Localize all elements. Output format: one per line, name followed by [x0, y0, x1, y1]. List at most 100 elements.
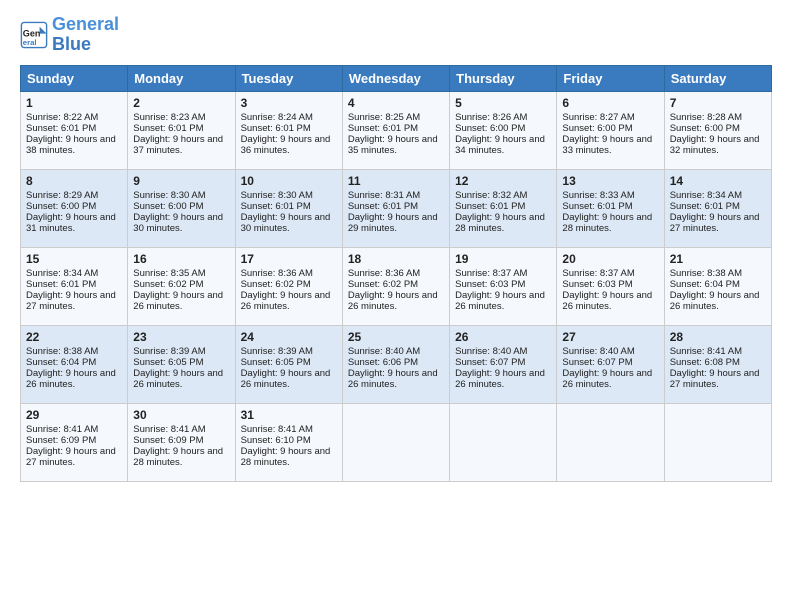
cell-info: Sunrise: 8:41 AM: [670, 346, 766, 357]
cell-info: Sunrise: 8:36 AM: [241, 268, 337, 279]
day-header-saturday: Saturday: [664, 65, 771, 91]
calendar-cell: 8Sunrise: 8:29 AMSunset: 6:00 PMDaylight…: [21, 169, 128, 247]
cell-info: Sunset: 6:02 PM: [133, 279, 229, 290]
day-number: 10: [241, 174, 337, 188]
day-header-tuesday: Tuesday: [235, 65, 342, 91]
logo-text: General Blue: [52, 15, 119, 55]
calendar-cell: 22Sunrise: 8:38 AMSunset: 6:04 PMDayligh…: [21, 325, 128, 403]
cell-info: Sunrise: 8:40 AM: [348, 346, 444, 357]
cell-info: Daylight: 9 hours and 26 minutes.: [455, 368, 551, 390]
day-number: 30: [133, 408, 229, 422]
calendar-cell: 31Sunrise: 8:41 AMSunset: 6:10 PMDayligh…: [235, 403, 342, 481]
day-header-thursday: Thursday: [450, 65, 557, 91]
cell-info: Sunrise: 8:38 AM: [26, 346, 122, 357]
cell-info: Daylight: 9 hours and 33 minutes.: [562, 134, 658, 156]
day-number: 1: [26, 96, 122, 110]
cell-info: Sunrise: 8:40 AM: [455, 346, 551, 357]
cell-info: Daylight: 9 hours and 26 minutes.: [670, 290, 766, 312]
cell-info: Daylight: 9 hours and 26 minutes.: [348, 368, 444, 390]
cell-info: Daylight: 9 hours and 26 minutes.: [26, 368, 122, 390]
calendar-cell: 7Sunrise: 8:28 AMSunset: 6:00 PMDaylight…: [664, 91, 771, 169]
cell-info: Daylight: 9 hours and 26 minutes.: [241, 290, 337, 312]
cell-info: Daylight: 9 hours and 27 minutes.: [26, 446, 122, 468]
day-number: 15: [26, 252, 122, 266]
cell-info: Daylight: 9 hours and 30 minutes.: [241, 212, 337, 234]
calendar-cell: 24Sunrise: 8:39 AMSunset: 6:05 PMDayligh…: [235, 325, 342, 403]
cell-info: Daylight: 9 hours and 26 minutes.: [348, 290, 444, 312]
cell-info: Sunrise: 8:36 AM: [348, 268, 444, 279]
svg-text:Gen: Gen: [23, 28, 41, 38]
cell-info: Sunset: 6:07 PM: [562, 357, 658, 368]
cell-info: Sunrise: 8:33 AM: [562, 190, 658, 201]
cell-info: Sunrise: 8:37 AM: [562, 268, 658, 279]
day-number: 18: [348, 252, 444, 266]
cell-info: Sunset: 6:08 PM: [670, 357, 766, 368]
calendar-cell: [450, 403, 557, 481]
cell-info: Sunset: 6:09 PM: [133, 435, 229, 446]
cell-info: Sunset: 6:05 PM: [133, 357, 229, 368]
calendar-cell: 27Sunrise: 8:40 AMSunset: 6:07 PMDayligh…: [557, 325, 664, 403]
cell-info: Sunset: 6:02 PM: [241, 279, 337, 290]
cell-info: Sunset: 6:01 PM: [133, 123, 229, 134]
day-header-sunday: Sunday: [21, 65, 128, 91]
cell-info: Sunset: 6:01 PM: [26, 279, 122, 290]
day-number: 20: [562, 252, 658, 266]
cell-info: Daylight: 9 hours and 26 minutes.: [455, 290, 551, 312]
cell-info: Sunset: 6:01 PM: [348, 123, 444, 134]
cell-info: Daylight: 9 hours and 26 minutes.: [133, 290, 229, 312]
logo-icon: Gen eral: [20, 21, 48, 49]
day-number: 5: [455, 96, 551, 110]
logo: Gen eral General Blue: [20, 15, 119, 55]
calendar-cell: 11Sunrise: 8:31 AMSunset: 6:01 PMDayligh…: [342, 169, 449, 247]
calendar-cell: 28 Sunrise: 8:41 AMSunset: 6:08 PMDayligh…: [664, 325, 771, 403]
cell-info: Sunset: 6:00 PM: [133, 201, 229, 212]
calendar-cell: 6Sunrise: 8:27 AMSunset: 6:00 PMDaylight…: [557, 91, 664, 169]
cell-info: Daylight: 9 hours and 32 minutes.: [670, 134, 766, 156]
cell-info: Sunrise: 8:23 AM: [133, 112, 229, 123]
day-number: 28: [670, 330, 766, 344]
calendar-cell: 19Sunrise: 8:37 AMSunset: 6:03 PMDayligh…: [450, 247, 557, 325]
calendar-cell: 10Sunrise: 8:30 AMSunset: 6:01 PMDayligh…: [235, 169, 342, 247]
week-row-2: 8Sunrise: 8:29 AMSunset: 6:00 PMDaylight…: [21, 169, 772, 247]
cell-info: Sunset: 6:07 PM: [455, 357, 551, 368]
calendar-cell: 3Sunrise: 8:24 AMSunset: 6:01 PMDaylight…: [235, 91, 342, 169]
cell-info: Daylight: 9 hours and 37 minutes.: [133, 134, 229, 156]
cell-info: Daylight: 9 hours and 30 minutes.: [133, 212, 229, 234]
day-number: 26: [455, 330, 551, 344]
day-number: 25: [348, 330, 444, 344]
calendar-table: SundayMondayTuesdayWednesdayThursdayFrid…: [20, 65, 772, 482]
cell-info: Sunrise: 8:25 AM: [348, 112, 444, 123]
calendar-cell: 2Sunrise: 8:23 AMSunset: 6:01 PMDaylight…: [128, 91, 235, 169]
calendar-cell: 26 Sunrise: 8:40 AMSunset: 6:07 PMDayligh…: [450, 325, 557, 403]
cell-info: Sunrise: 8:35 AM: [133, 268, 229, 279]
cell-info: Sunset: 6:01 PM: [670, 201, 766, 212]
calendar-cell: 14Sunrise: 8:34 AMSunset: 6:01 PMDayligh…: [664, 169, 771, 247]
cell-info: Sunrise: 8:30 AM: [241, 190, 337, 201]
calendar-cell: 20Sunrise: 8:37 AMSunset: 6:03 PMDayligh…: [557, 247, 664, 325]
day-number: 21: [670, 252, 766, 266]
cell-info: Sunset: 6:00 PM: [455, 123, 551, 134]
cell-info: Sunrise: 8:32 AM: [455, 190, 551, 201]
week-row-5: 29Sunrise: 8:41 AMSunset: 6:09 PMDayligh…: [21, 403, 772, 481]
calendar-cell: [342, 403, 449, 481]
cell-info: Sunset: 6:01 PM: [348, 201, 444, 212]
cell-info: Sunset: 6:01 PM: [26, 123, 122, 134]
cell-info: Sunrise: 8:28 AM: [670, 112, 766, 123]
day-number: 4: [348, 96, 444, 110]
cell-info: Sunrise: 8:30 AM: [133, 190, 229, 201]
day-number: 16: [133, 252, 229, 266]
calendar-cell: 16 Sunrise: 8:35 AMSunset: 6:02 PMDayligh…: [128, 247, 235, 325]
cell-info: Sunset: 6:03 PM: [455, 279, 551, 290]
cell-info: Sunrise: 8:38 AM: [670, 268, 766, 279]
cell-info: Sunrise: 8:39 AM: [133, 346, 229, 357]
day-number: 24: [241, 330, 337, 344]
cell-info: Daylight: 9 hours and 27 minutes.: [670, 212, 766, 234]
header-row: SundayMondayTuesdayWednesdayThursdayFrid…: [21, 65, 772, 91]
cell-info: Daylight: 9 hours and 27 minutes.: [670, 368, 766, 390]
day-number: 22: [26, 330, 122, 344]
day-number: 7: [670, 96, 766, 110]
cell-info: Daylight: 9 hours and 34 minutes.: [455, 134, 551, 156]
week-row-4: 22Sunrise: 8:38 AMSunset: 6:04 PMDayligh…: [21, 325, 772, 403]
cell-info: Sunset: 6:05 PM: [241, 357, 337, 368]
day-number: 14: [670, 174, 766, 188]
